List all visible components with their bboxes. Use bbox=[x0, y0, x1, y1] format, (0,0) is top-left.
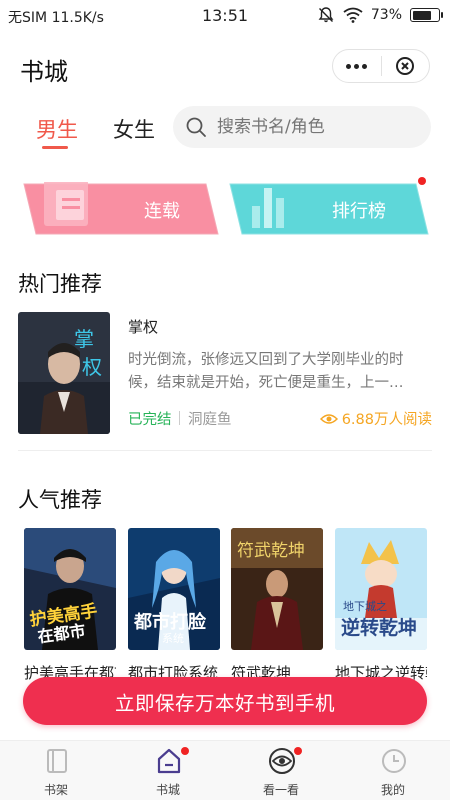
active-tab-indicator bbox=[42, 146, 68, 149]
bookstore-icon bbox=[157, 748, 181, 774]
battery-fill bbox=[412, 10, 431, 20]
page-title: 书城 bbox=[20, 58, 68, 86]
svg-text:权: 权 bbox=[82, 355, 102, 379]
eye-icon bbox=[269, 748, 295, 774]
save-books-cta-button[interactable]: 立即保存万本好书到手机 bbox=[23, 677, 427, 725]
tab-male[interactable]: 男生 bbox=[36, 114, 78, 144]
popular-book-1[interactable]: 护美高手 在都市 护美高手在都市 bbox=[24, 528, 116, 683]
mute-bell-icon bbox=[318, 7, 334, 23]
more-dots-icon bbox=[346, 63, 368, 69]
hot-book-description: 时光倒流，张修远又回到了大学刚毕业的时候，结束就是开始，死亡便是重生，上一… bbox=[128, 352, 404, 391]
mini-program-capsule bbox=[332, 49, 430, 83]
tab-profile[interactable]: 我的 bbox=[337, 741, 449, 800]
tab-explore-label: 看一看 bbox=[262, 783, 299, 797]
eye-icon bbox=[319, 413, 338, 424]
popular-book-2[interactable]: 都市打脸 系统 都市打脸系统 bbox=[128, 528, 220, 683]
bottom-tab-bar: 书架 书城 看一看 我的 bbox=[0, 740, 450, 800]
explore-badge-dot bbox=[294, 747, 302, 755]
ranking-banner[interactable]: 排行榜 bbox=[228, 177, 432, 236]
popular-section-title: 人气推荐 bbox=[18, 488, 102, 512]
svg-text:地下城之: 地下城之 bbox=[343, 599, 387, 613]
category-banners: 连载 排行榜 bbox=[0, 177, 450, 242]
hot-book-author: 洞庭鱼 bbox=[188, 412, 232, 428]
search-bar[interactable] bbox=[173, 106, 431, 148]
ranking-label: 排行榜 bbox=[332, 201, 386, 222]
hot-book-card[interactable]: 掌 权 掌权 时光倒流，张修远又回到了大学刚毕业的时候，结束就是开始，死亡便是重… bbox=[18, 312, 432, 434]
section-divider bbox=[18, 450, 432, 451]
battery-icon bbox=[410, 8, 443, 22]
bookstore-badge-dot bbox=[181, 747, 189, 755]
wifi-icon bbox=[343, 7, 363, 23]
serial-banner[interactable]: 连载 bbox=[20, 182, 220, 236]
popular-book-3[interactable]: 符武乾坤 符武乾坤 bbox=[231, 528, 323, 683]
tab-explore[interactable]: 看一看 bbox=[225, 741, 337, 800]
status-bar: 无SIM 11.5K/s 13:51 73% bbox=[0, 0, 450, 32]
close-button[interactable] bbox=[382, 50, 430, 82]
hot-book-title: 掌权 bbox=[128, 318, 159, 336]
popular-book-cover-1[interactable]: 护美高手 在都市 bbox=[24, 528, 116, 650]
search-input[interactable] bbox=[217, 117, 417, 137]
svg-text:都市打脸: 都市打脸 bbox=[133, 611, 207, 633]
hot-section-title: 热门推荐 bbox=[18, 272, 102, 296]
bookshelf-icon bbox=[47, 749, 67, 773]
tab-bookshelf-label: 书架 bbox=[43, 783, 68, 797]
more-button[interactable] bbox=[333, 50, 381, 82]
popular-book-cover-3[interactable]: 符武乾坤 bbox=[231, 528, 323, 650]
battery-percent: 73% bbox=[370, 7, 402, 23]
svg-text:系统: 系统 bbox=[162, 632, 184, 645]
status-right: 73% bbox=[317, 6, 443, 24]
profile-icon bbox=[382, 749, 406, 773]
search-icon bbox=[186, 117, 206, 137]
serial-banner-bg bbox=[23, 182, 219, 235]
hot-book-reads: 6.88万人阅读 bbox=[319, 408, 432, 429]
tab-female[interactable]: 女生 bbox=[113, 114, 155, 144]
svg-text:掌: 掌 bbox=[74, 327, 94, 351]
ranking-banner-bg bbox=[229, 183, 429, 235]
hot-book-cover[interactable]: 掌 权 bbox=[18, 312, 110, 434]
hot-book-status: 已完结 bbox=[128, 412, 172, 428]
hot-book-reads-text: 6.88万人阅读 bbox=[341, 412, 432, 428]
popular-grid: 护美高手 在都市 护美高手在都市 都市打脸 系统 都市打脸系统 符武乾坤 符武乾… bbox=[24, 528, 428, 688]
svg-text:符武乾坤: 符武乾坤 bbox=[237, 541, 305, 561]
close-circle-icon bbox=[396, 57, 415, 75]
tab-bookstore[interactable]: 书城 bbox=[112, 741, 224, 800]
gender-search-row: 男生 女生 bbox=[0, 104, 450, 152]
svg-text:逆转乾坤: 逆转乾坤 bbox=[341, 616, 417, 639]
popular-book-cover-4[interactable]: 地下城之 逆转乾坤 bbox=[335, 528, 427, 650]
tab-bookstore-label: 书城 bbox=[155, 783, 180, 797]
tab-bookshelf[interactable]: 书架 bbox=[0, 741, 112, 800]
tab-profile-label: 我的 bbox=[380, 783, 405, 797]
serial-label: 连载 bbox=[144, 201, 180, 222]
popular-book-4[interactable]: 地下城之 逆转乾坤 地下城之逆转乾坤 bbox=[335, 528, 427, 683]
popular-book-cover-2[interactable]: 都市打脸 系统 bbox=[128, 528, 220, 650]
title-bar: 书城 bbox=[0, 40, 450, 96]
hot-book-separator bbox=[179, 411, 180, 425]
ranking-badge-dot bbox=[418, 177, 426, 185]
